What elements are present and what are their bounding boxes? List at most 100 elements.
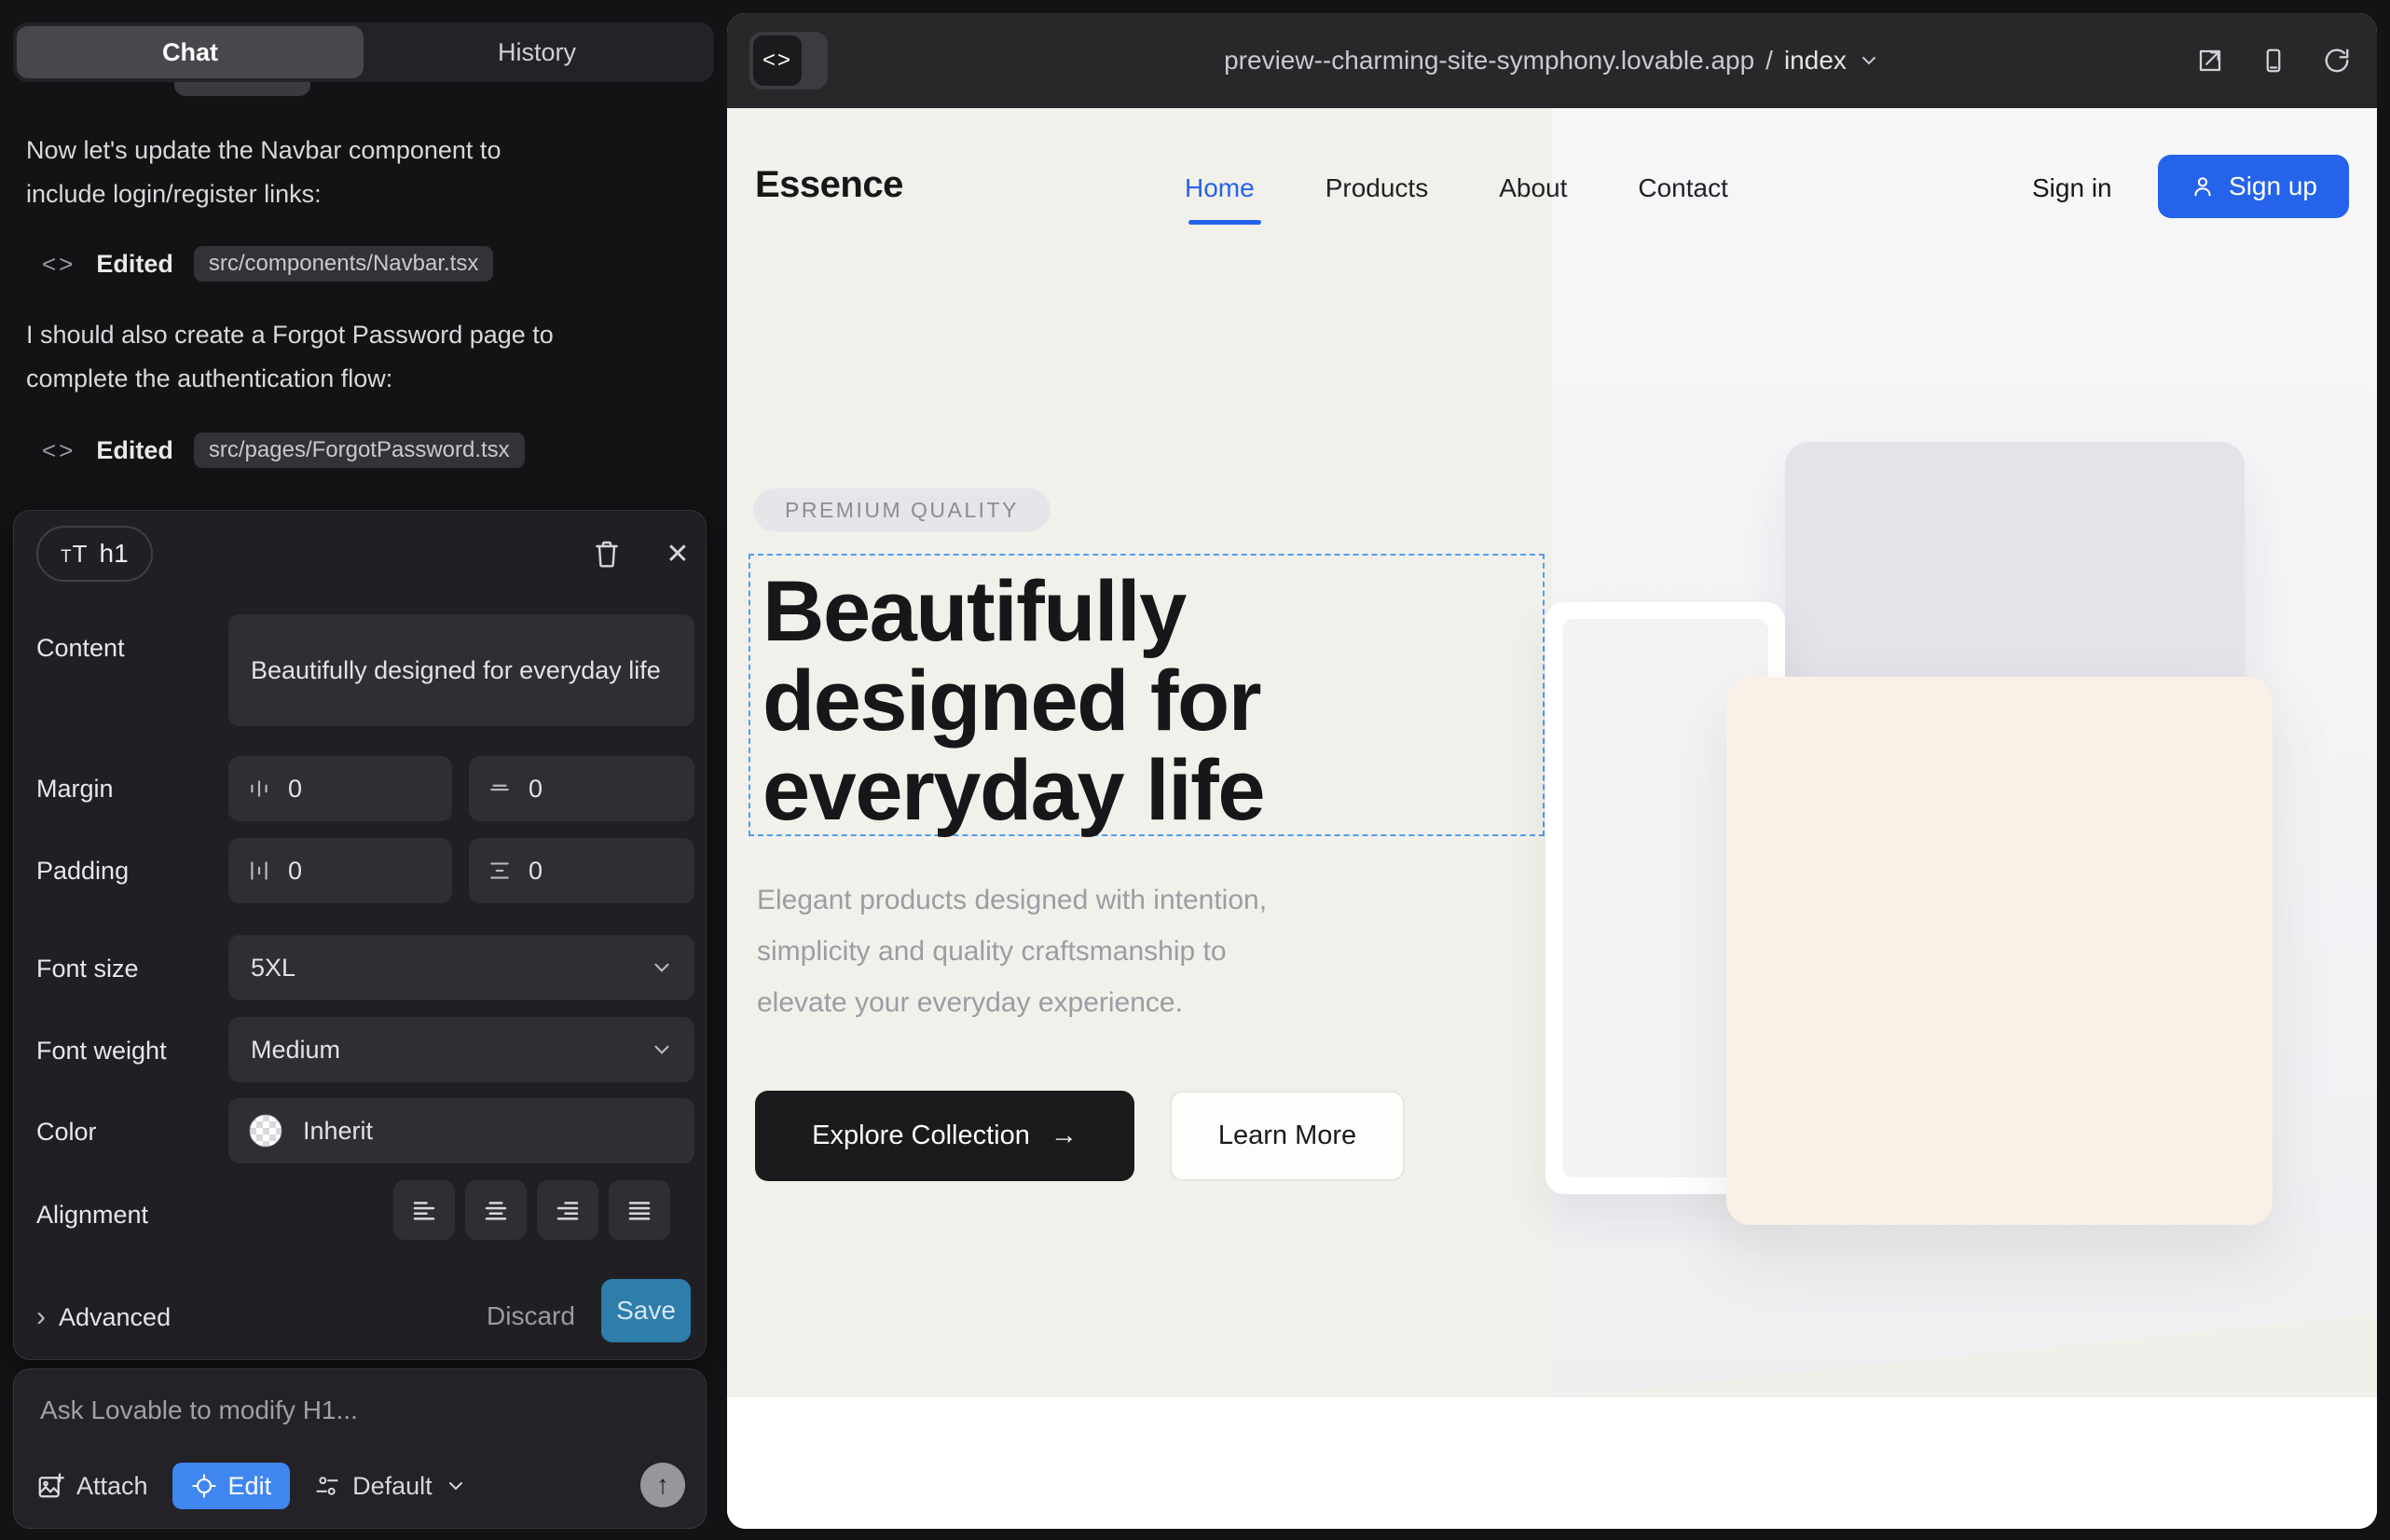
edited-label: Edited [96, 250, 173, 279]
align-right-button[interactable] [537, 1180, 598, 1240]
message-line: Now let's update the Navbar component to [26, 129, 630, 172]
arrow-right-icon: → [1051, 1121, 1078, 1151]
message-line: I should also create a Forgot Password p… [26, 313, 630, 357]
mode-selector[interactable]: Default [314, 1472, 467, 1501]
mode-label: Default [352, 1472, 433, 1501]
hero-paragraph: Elegant products designed with intention… [757, 874, 1267, 1028]
font-size-value: 5XL [251, 954, 295, 983]
paragraph-line: elevate your everyday experience. [757, 977, 1267, 1028]
font-size-select[interactable]: 5XL [228, 935, 694, 1000]
heading-line: designed for [762, 656, 1264, 746]
alignment-label: Alignment [36, 1201, 148, 1230]
align-left-icon [410, 1196, 438, 1224]
sign-up-button[interactable]: Sign up [2158, 155, 2349, 218]
url-separator: / [1765, 46, 1773, 76]
explore-collection-button[interactable]: Explore Collection → [755, 1091, 1134, 1181]
content-label: Content [36, 634, 125, 663]
save-button[interactable]: Save [601, 1279, 691, 1342]
chat-composer: Attach Edit Default [13, 1368, 707, 1529]
heading-line: everyday life [762, 746, 1264, 835]
discard-button[interactable]: Discard [487, 1301, 575, 1331]
edited-label: Edited [96, 436, 173, 465]
paragraph-line: Elegant products designed with intention… [757, 874, 1267, 926]
learn-more-button[interactable]: Learn More [1170, 1091, 1405, 1181]
content-textarea[interactable]: Beautifully designed for everyday life [228, 614, 694, 726]
chevron-down-icon [1858, 49, 1880, 72]
tab-history[interactable]: History [364, 26, 710, 78]
edited-file-row[interactable]: <> Edited src/pages/ForgotPassword.tsx [42, 430, 525, 471]
trash-icon [592, 538, 622, 570]
edit-label: Edit [228, 1472, 272, 1501]
hero-heading[interactable]: Beautifully designed for everyday life [762, 567, 1264, 835]
learn-more-label: Learn More [1218, 1121, 1356, 1151]
margin-x-icon [247, 777, 271, 801]
margin-y-input[interactable]: 0 [469, 756, 694, 821]
font-weight-value: Medium [251, 1036, 340, 1065]
chevron-right-icon: › [36, 1301, 46, 1333]
margin-x-input[interactable]: 0 [228, 756, 452, 821]
explore-label: Explore Collection [812, 1121, 1030, 1151]
padding-x-input[interactable]: 0 [228, 838, 452, 903]
tab-chat[interactable]: Chat [17, 26, 364, 78]
arrow-up-icon: ↑ [656, 1470, 669, 1500]
type-icon: TT [61, 540, 89, 569]
chevron-down-icon [650, 956, 674, 980]
align-center-button[interactable] [465, 1180, 527, 1240]
font-size-label: Font size [36, 955, 139, 983]
sliders-icon [314, 1473, 340, 1499]
file-chip[interactable]: src/components/Navbar.tsx [194, 246, 493, 282]
margin-label: Margin [36, 775, 114, 804]
color-label: Color [36, 1118, 97, 1147]
color-select[interactable]: Inherit [228, 1098, 694, 1163]
margin-y-icon [488, 777, 512, 801]
nav-link-about[interactable]: About [1499, 173, 1567, 203]
attach-button[interactable]: Attach [36, 1472, 148, 1501]
nav-link-products[interactable]: Products [1325, 173, 1429, 203]
delete-element-button[interactable] [586, 533, 627, 574]
close-panel-button[interactable]: ✕ [657, 533, 698, 574]
file-chip[interactable]: src/pages/ForgotPassword.tsx [194, 433, 525, 468]
premium-quality-badge: PREMIUM QUALITY [753, 488, 1051, 531]
heading-line: Beautifully [762, 567, 1264, 656]
preview-browser-bar: <> preview--charming-site-symphony.lovab… [727, 13, 2377, 108]
chat-history-tabbar: Chat History [13, 22, 714, 82]
content-value: Beautifully designed for everyday life [251, 652, 661, 689]
preview-panel: <> preview--charming-site-symphony.lovab… [727, 13, 2377, 1529]
attach-image-icon [36, 1472, 64, 1500]
nav-link-home[interactable]: Home [1185, 173, 1255, 203]
browser-actions [2196, 13, 2351, 108]
font-weight-select[interactable]: Medium [228, 1017, 694, 1082]
align-justify-button[interactable] [609, 1180, 670, 1240]
assistant-message: I should also create a Forgot Password p… [26, 313, 630, 401]
site-logo[interactable]: Essence [755, 164, 903, 206]
element-tag-label: h1 [100, 539, 129, 569]
sign-in-link[interactable]: Sign in [2032, 173, 2112, 203]
code-icon: <> [42, 250, 76, 279]
composer-input[interactable] [40, 1396, 655, 1425]
padding-y-input[interactable]: 0 [469, 838, 694, 903]
chevron-down-icon [650, 1038, 674, 1062]
margin-y-value: 0 [529, 775, 543, 804]
message-line: include login/register links: [26, 172, 630, 216]
selected-element-tag: TT h1 [36, 526, 153, 582]
url-bar[interactable]: preview--charming-site-symphony.lovable.… [727, 13, 2377, 108]
send-button[interactable]: ↑ [640, 1463, 685, 1507]
nav-link-contact[interactable]: Contact [1638, 173, 1728, 203]
code-icon: <> [42, 436, 76, 465]
margin-x-value: 0 [288, 775, 302, 804]
open-external-button[interactable] [2196, 47, 2224, 75]
lovable-workspace: Chat History Now let's update the Navbar… [0, 0, 2390, 1540]
chevron-down-icon [445, 1475, 467, 1497]
edit-mode-pill[interactable]: Edit [172, 1463, 291, 1509]
refresh-button[interactable] [2323, 47, 2351, 75]
align-left-button[interactable] [393, 1180, 455, 1240]
sign-up-label: Sign up [2229, 172, 2317, 201]
edited-file-row[interactable]: <> Edited src/components/Navbar.tsx [42, 243, 493, 284]
composer-toolbar: Attach Edit Default [36, 1463, 467, 1509]
padding-label: Padding [36, 857, 129, 886]
collapsed-message-pill[interactable] [174, 82, 310, 96]
hero-card-cream [1726, 677, 2273, 1225]
target-icon [191, 1473, 217, 1499]
mobile-view-button[interactable] [2260, 47, 2287, 75]
advanced-toggle[interactable]: › Advanced [36, 1301, 171, 1333]
